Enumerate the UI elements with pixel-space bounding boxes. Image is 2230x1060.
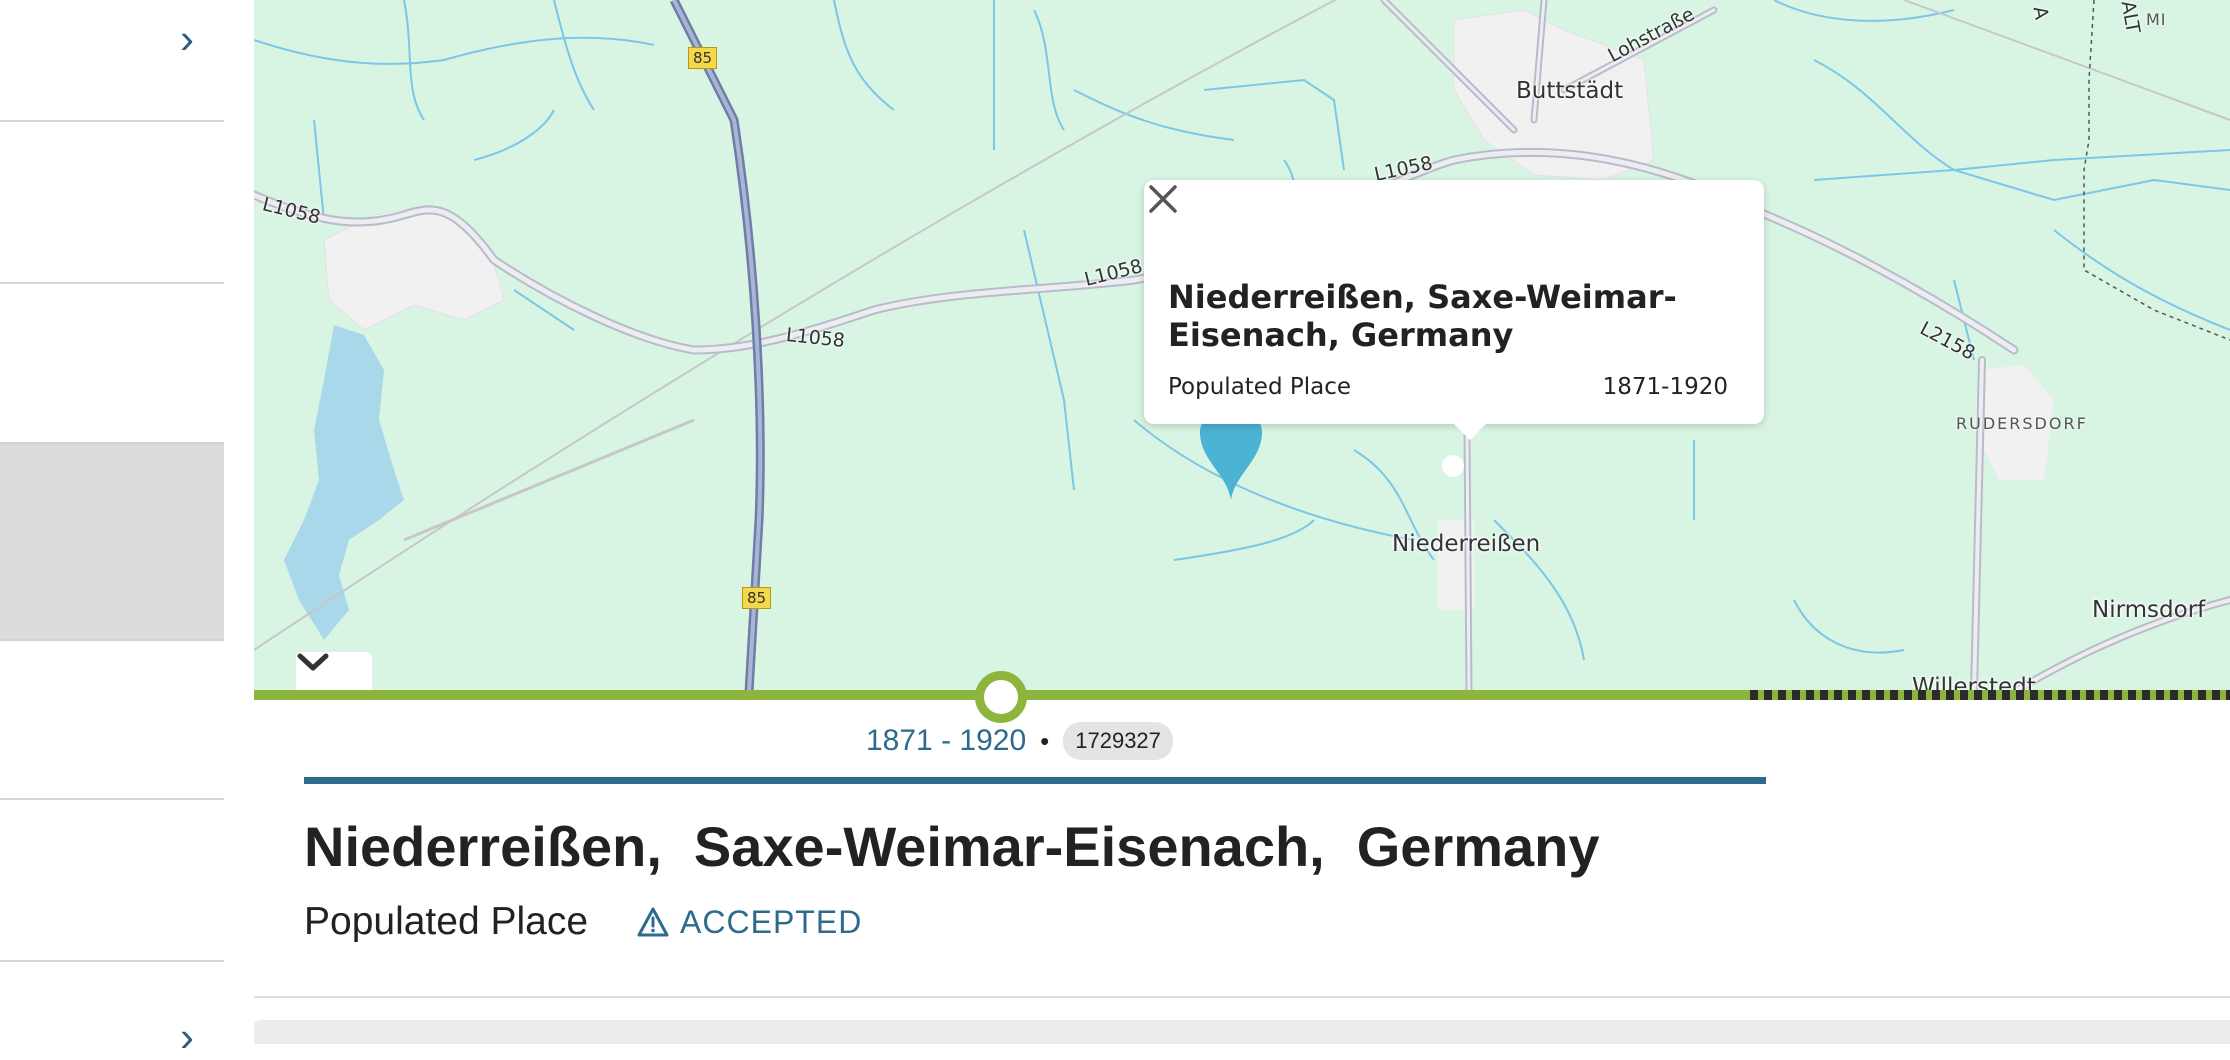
popup-place-type: Populated Place: [1168, 374, 1352, 400]
place-subtitle-row: Populated Place ACCEPTED: [304, 900, 862, 944]
chevron-right-icon: ›: [180, 15, 194, 62]
page-title: Niederreißen, Saxe-Weimar-Eisenach, German…: [304, 814, 1632, 879]
sidebar-item-4-active[interactable]: [0, 443, 224, 641]
map-popup: Niederreißen, Saxe-Weimar-Eisenach, Germ…: [1144, 180, 1764, 440]
popup-title: Niederreißen, Saxe-Weimar-Eisenach, Germ…: [1168, 278, 1677, 354]
section-divider: [254, 996, 2230, 998]
timeline-handle[interactable]: [975, 671, 1027, 723]
map-view[interactable]: Buttstädt Niederreißen Nirmsdorf Willers…: [254, 0, 2230, 692]
timeline-uncertain-segment: [1750, 690, 2230, 700]
timeline-range-row: 1871 - 1920 • 1729327: [866, 722, 1173, 760]
collapse-map-button[interactable]: [296, 652, 372, 692]
place-name-part: Niederreißen,: [304, 815, 662, 878]
timeline-track[interactable]: [254, 690, 2230, 700]
left-sidebar: › ›: [0, 0, 224, 1058]
close-icon[interactable]: [1144, 180, 1182, 218]
warning-icon: [637, 907, 669, 937]
town-label-buttstadt: Buttstädt: [1516, 78, 1624, 104]
sidebar-item-6[interactable]: [0, 800, 224, 962]
road-shield-b85: 85: [688, 47, 718, 69]
sidebar-item-7[interactable]: ›: [0, 962, 224, 1058]
separator-dot: •: [1040, 725, 1050, 756]
chevron-right-icon: ›: [180, 1013, 194, 1060]
popup-years: 1871-1920: [1602, 374, 1728, 400]
village-label-rudersdorf: RUDERSDORF: [1956, 414, 2088, 433]
sidebar-item-2[interactable]: [0, 122, 224, 284]
place-name-part: Saxe-Weimar-Eisenach,: [693, 815, 1325, 878]
place-id-badge: 1729327: [1063, 722, 1173, 760]
sidebar-item-5[interactable]: [0, 640, 224, 800]
divider-accent: [304, 777, 1766, 784]
status-label: ACCEPTED: [680, 903, 863, 940]
chevron-down-icon: [297, 653, 329, 671]
place-type: Populated Place: [304, 900, 589, 943]
content-panel: [254, 1020, 2230, 1044]
place-name-part: Germany: [1356, 815, 1600, 878]
sidebar-item-1[interactable]: ›: [0, 0, 224, 122]
town-label-niederreissen: Niederreißen: [1392, 531, 1541, 557]
road-shield-b85: 85: [742, 587, 772, 609]
sidebar-item-3[interactable]: [0, 284, 224, 444]
date-range[interactable]: 1871 - 1920: [866, 724, 1026, 758]
map-label-mi: MI: [2146, 10, 2167, 29]
status-badge: ACCEPTED: [636, 904, 862, 941]
town-label-nirmsdorf: Nirmsdorf: [2092, 597, 2206, 623]
